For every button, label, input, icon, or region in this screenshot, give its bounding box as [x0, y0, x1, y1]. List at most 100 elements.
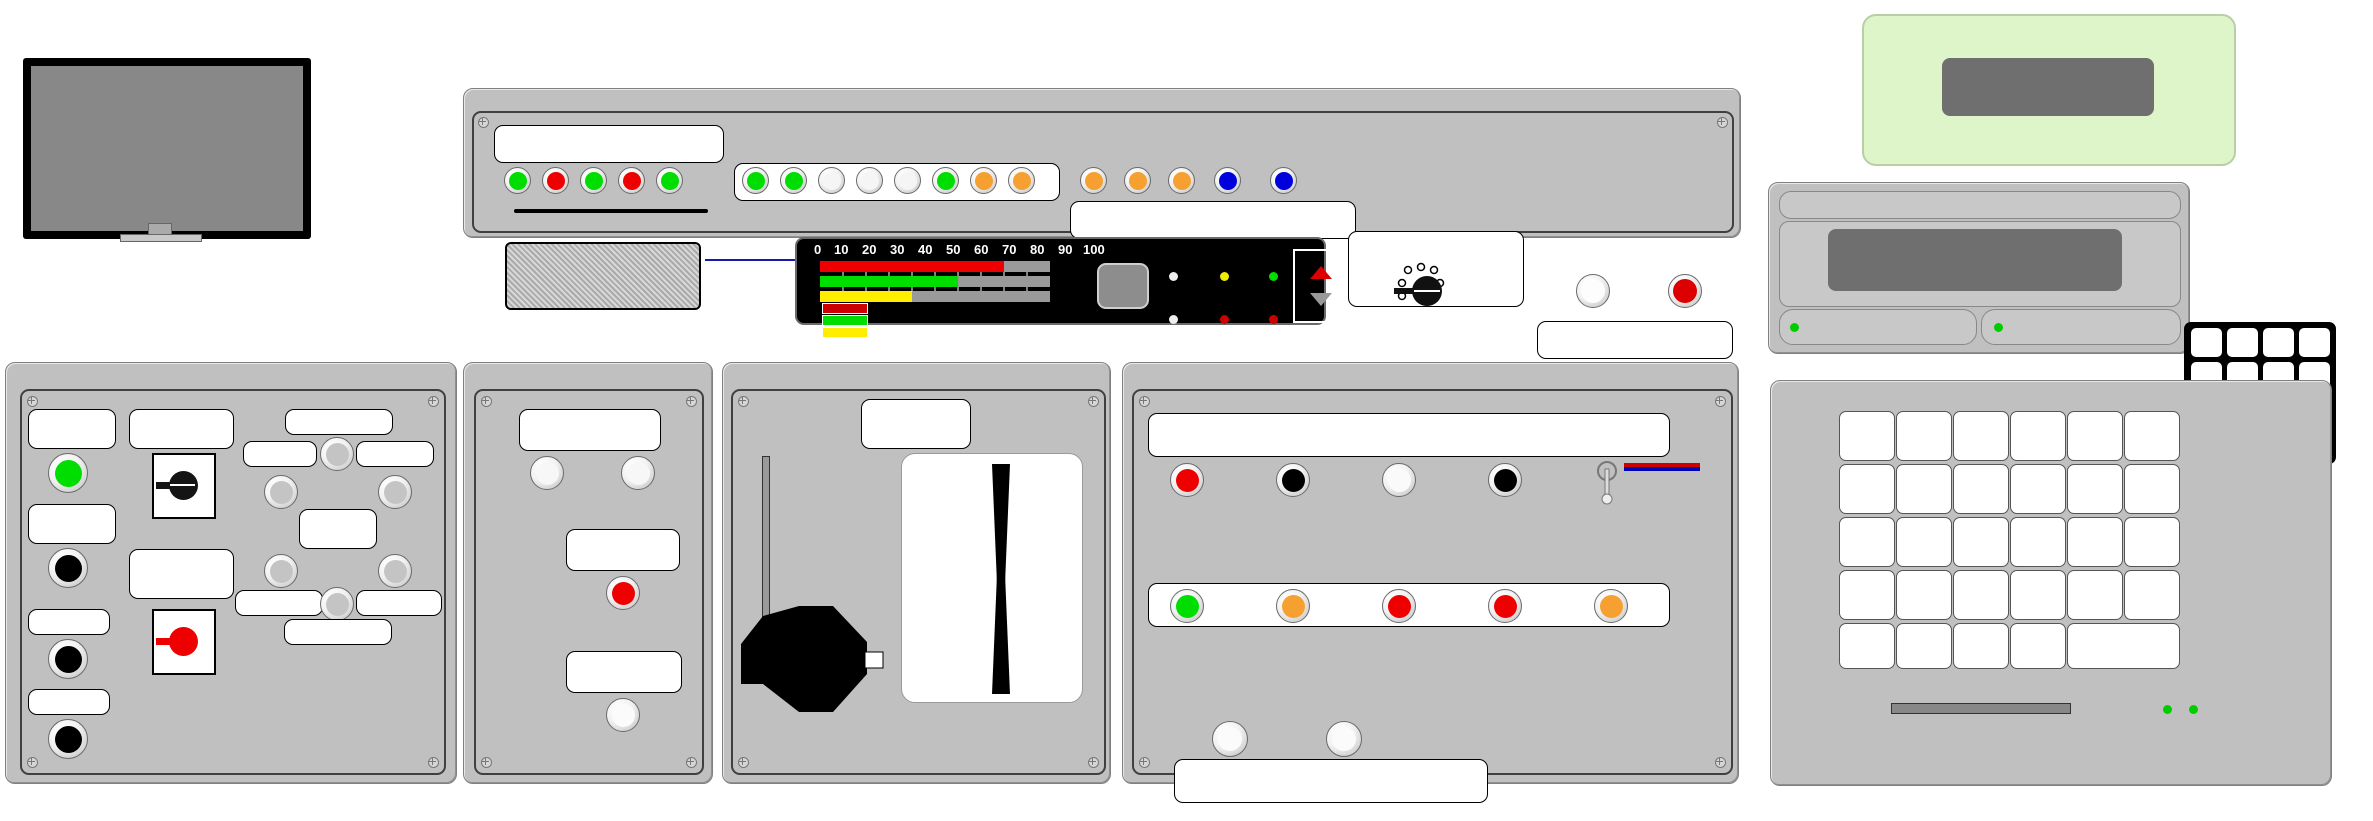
button-zone-right-board[interactable]: [378, 554, 412, 588]
button-open-left-doors[interactable]: [606, 698, 640, 732]
fkm-key-temp[interactable]: [1896, 464, 1952, 514]
fkm-key-pvu[interactable]: [1896, 411, 1952, 461]
reverse-controller-knob-box[interactable]: [152, 453, 216, 519]
fkm-key-9-tp[interactable]: [2067, 517, 2123, 567]
button-zone-head[interactable]: [320, 437, 354, 471]
button-doors-power[interactable]: [48, 453, 88, 493]
fkm-key-2-doors[interactable]: [2010, 411, 2066, 461]
bi-tick: 80: [1030, 242, 1045, 257]
bucik-button-info-board[interactable]: [1779, 309, 1977, 345]
fkm-key-4-tkpr[interactable]: [1953, 464, 2009, 514]
fkm-key-6-torc[interactable]: [2067, 464, 2123, 514]
lamp-als[interactable]: [780, 167, 807, 194]
button-close-doors[interactable]: [1170, 589, 1204, 623]
lamp-spare-3[interactable]: [1008, 167, 1035, 194]
button-signal[interactable]: [1212, 721, 1248, 757]
lamp-spare-2[interactable]: [970, 167, 997, 194]
screw: [1717, 117, 1728, 128]
fkm-key-number[interactable]: [1896, 570, 1952, 620]
button-doors-close[interactable]: [48, 548, 88, 588]
button-brake-reserve[interactable]: [1488, 463, 1522, 497]
button-start-record[interactable]: [1594, 589, 1628, 623]
button-hod-2[interactable]: [48, 719, 88, 759]
button-vigilance[interactable]: [1382, 589, 1416, 623]
fkm-key-1-bv[interactable]: [1953, 411, 2009, 461]
button-brake-ack[interactable]: [1488, 589, 1522, 623]
bucik-led-info: [1790, 323, 1799, 332]
fkm-key-blank-1[interactable]: [1839, 623, 1895, 669]
lamp-core: [1387, 468, 1411, 492]
lamp-glass-heat[interactable]: [932, 167, 959, 194]
button-hod-1[interactable]: [48, 639, 88, 679]
fkm-key-back-arrow-icon[interactable]: [2124, 570, 2180, 620]
fkm-key-vyb[interactable]: [2067, 570, 2123, 620]
button-doors-block[interactable]: [606, 576, 640, 610]
fkm-key-rezh[interactable]: [1839, 411, 1895, 461]
fkm-key-7-vent[interactable]: [1953, 517, 2009, 567]
fkm-key-up-arrow-icon[interactable]: [2124, 411, 2180, 461]
lamp-wiper[interactable]: [1214, 167, 1241, 194]
button-doors-right[interactable]: [621, 456, 655, 490]
keypad-key-1[interactable]: [2191, 328, 2222, 357]
button-zone-left[interactable]: [264, 475, 298, 509]
fkm-key-5-osv[interactable]: [2010, 464, 2066, 514]
lamp-core: [54, 554, 82, 582]
keypad-key-4[interactable]: [2299, 328, 2330, 357]
fkm-key-sbr[interactable]: [1953, 570, 2009, 620]
button-control-reserve[interactable]: [1668, 274, 1702, 308]
fkm-key-8-bbe[interactable]: [2010, 517, 2066, 567]
lamp-core: [974, 171, 993, 190]
lamp-set-start[interactable]: [1124, 167, 1151, 194]
brake-mode-toggle-switch[interactable]: [1592, 459, 1622, 505]
lamp-washer[interactable]: [1270, 167, 1297, 194]
reserve-controller-knob-box[interactable]: [152, 609, 216, 675]
button-message-ack[interactable]: [1276, 589, 1310, 623]
button-compressor-reserve[interactable]: [1576, 274, 1610, 308]
lamp-kah[interactable]: [742, 167, 769, 194]
lamp-network-cont[interactable]: [580, 167, 607, 194]
lamp-route-select[interactable]: [1168, 167, 1195, 194]
lamp-ags[interactable]: [542, 167, 569, 194]
button-release[interactable]: [1382, 463, 1416, 497]
button-zone-right[interactable]: [378, 475, 412, 509]
lamp-podyom[interactable]: [818, 167, 845, 194]
button-zone-left-board[interactable]: [264, 554, 298, 588]
lamp-transfer-ctl[interactable]: [856, 167, 883, 194]
fkm-key-tok[interactable]: [1839, 517, 1895, 567]
label-release-parking-brake: [861, 399, 971, 449]
bkr-inner: [20, 389, 446, 775]
bucik-button-emergency-comm[interactable]: [1981, 309, 2181, 345]
driver-monitor-screen[interactable]: [1942, 58, 2154, 116]
button-tpt[interactable]: [1170, 463, 1204, 497]
button-zone-tail[interactable]: [320, 587, 354, 621]
speed-readout: [1097, 263, 1149, 309]
fkm-key-blank-2[interactable]: [1896, 623, 1952, 669]
fkm-key-skor[interactable]: [1839, 570, 1895, 620]
fkm-key-blank-4[interactable]: [2010, 623, 2066, 669]
fkm-key-square-icon[interactable]: [2010, 570, 2066, 620]
lamp-core: [269, 559, 293, 583]
fkm-key-down-arrow-icon[interactable]: [2124, 464, 2180, 514]
controller-handle-grip[interactable]: [741, 596, 901, 716]
button-doors-left[interactable]: [530, 456, 564, 490]
lamp-shoe-warm[interactable]: [656, 167, 683, 194]
lamp-spare-1[interactable]: [894, 167, 921, 194]
fkm-key-vo[interactable]: [1839, 464, 1895, 514]
button-open-right-doors[interactable]: [1326, 721, 1362, 757]
lamp-heater-fault[interactable]: [618, 167, 645, 194]
fkm-key-3-mk[interactable]: [2067, 411, 2123, 461]
driver-card-slot[interactable]: [1891, 703, 2071, 714]
fkm-key-sot[interactable]: [1896, 517, 1952, 567]
fkm-key-blank-3[interactable]: [1953, 623, 2009, 669]
keypad-key-2[interactable]: [2227, 328, 2258, 357]
lamp-core: [325, 442, 349, 466]
lamp-doors-closed[interactable]: [504, 167, 531, 194]
lamp-line[interactable]: [1080, 167, 1107, 194]
button-brake[interactable]: [1276, 463, 1310, 497]
keypad-key-3[interactable]: [2263, 328, 2294, 357]
bucik-screen[interactable]: [1828, 229, 2122, 291]
video-monitor-screen[interactable]: [31, 66, 303, 231]
fkm-key-enter[interactable]: [2067, 623, 2180, 669]
fkm-key-right-arrow-icon[interactable]: [2124, 517, 2180, 567]
lamp-core: [383, 480, 407, 504]
